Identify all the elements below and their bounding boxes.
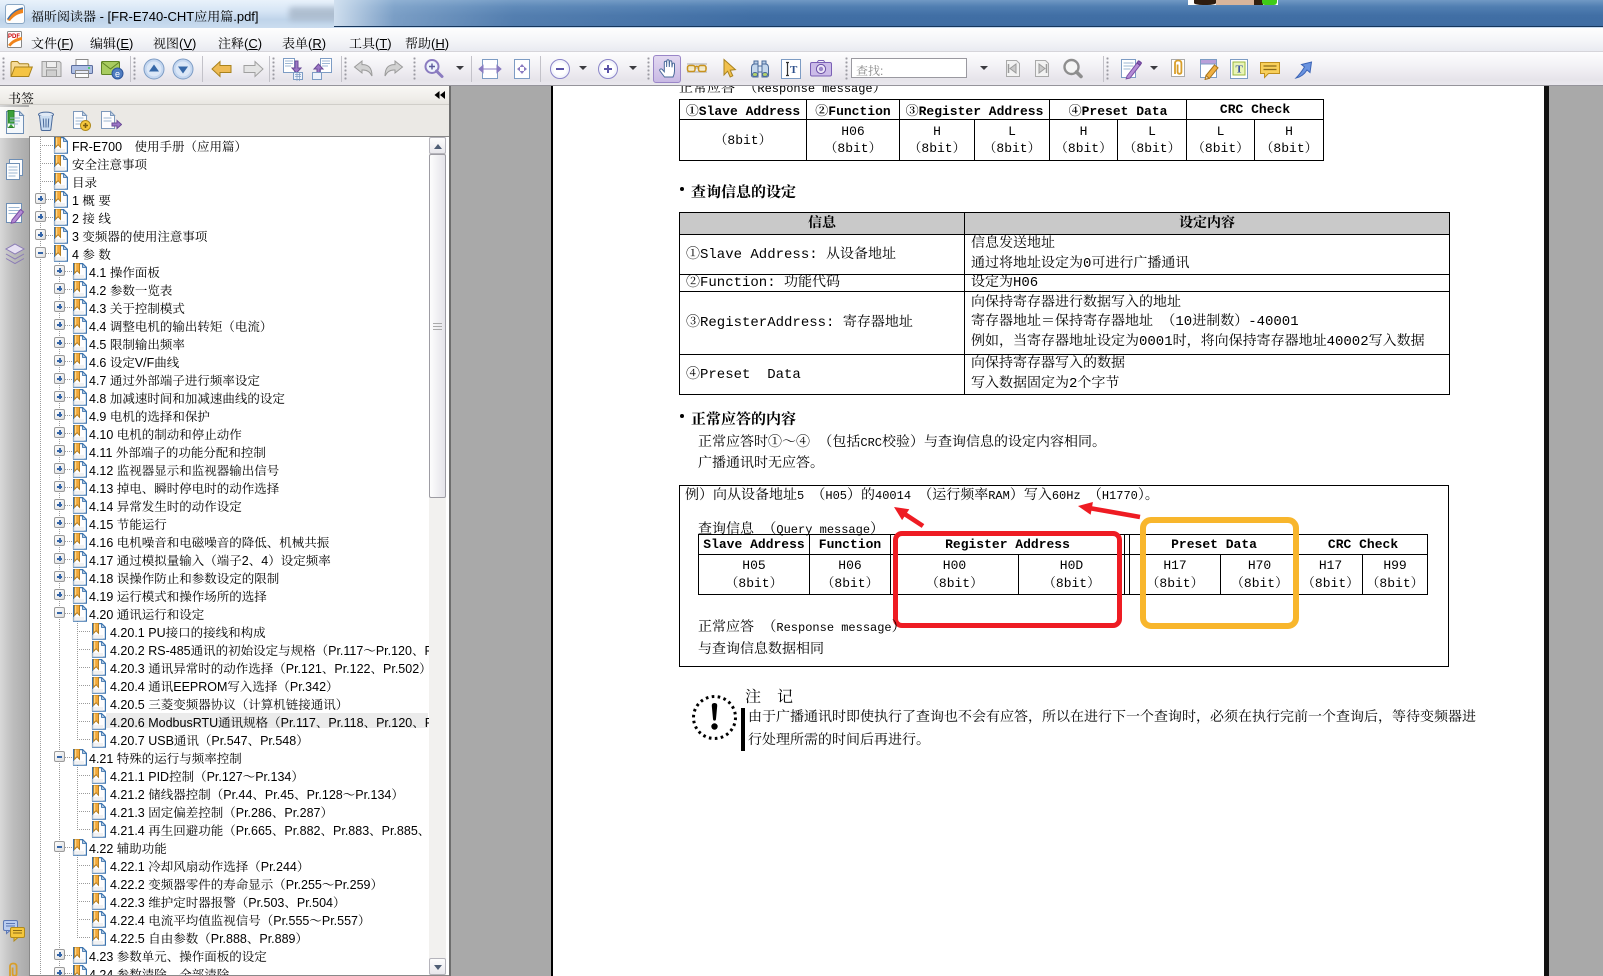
svg-text:T: T — [790, 64, 798, 76]
svg-text:e: e — [115, 69, 120, 79]
svg-text:T: T — [1236, 64, 1244, 76]
